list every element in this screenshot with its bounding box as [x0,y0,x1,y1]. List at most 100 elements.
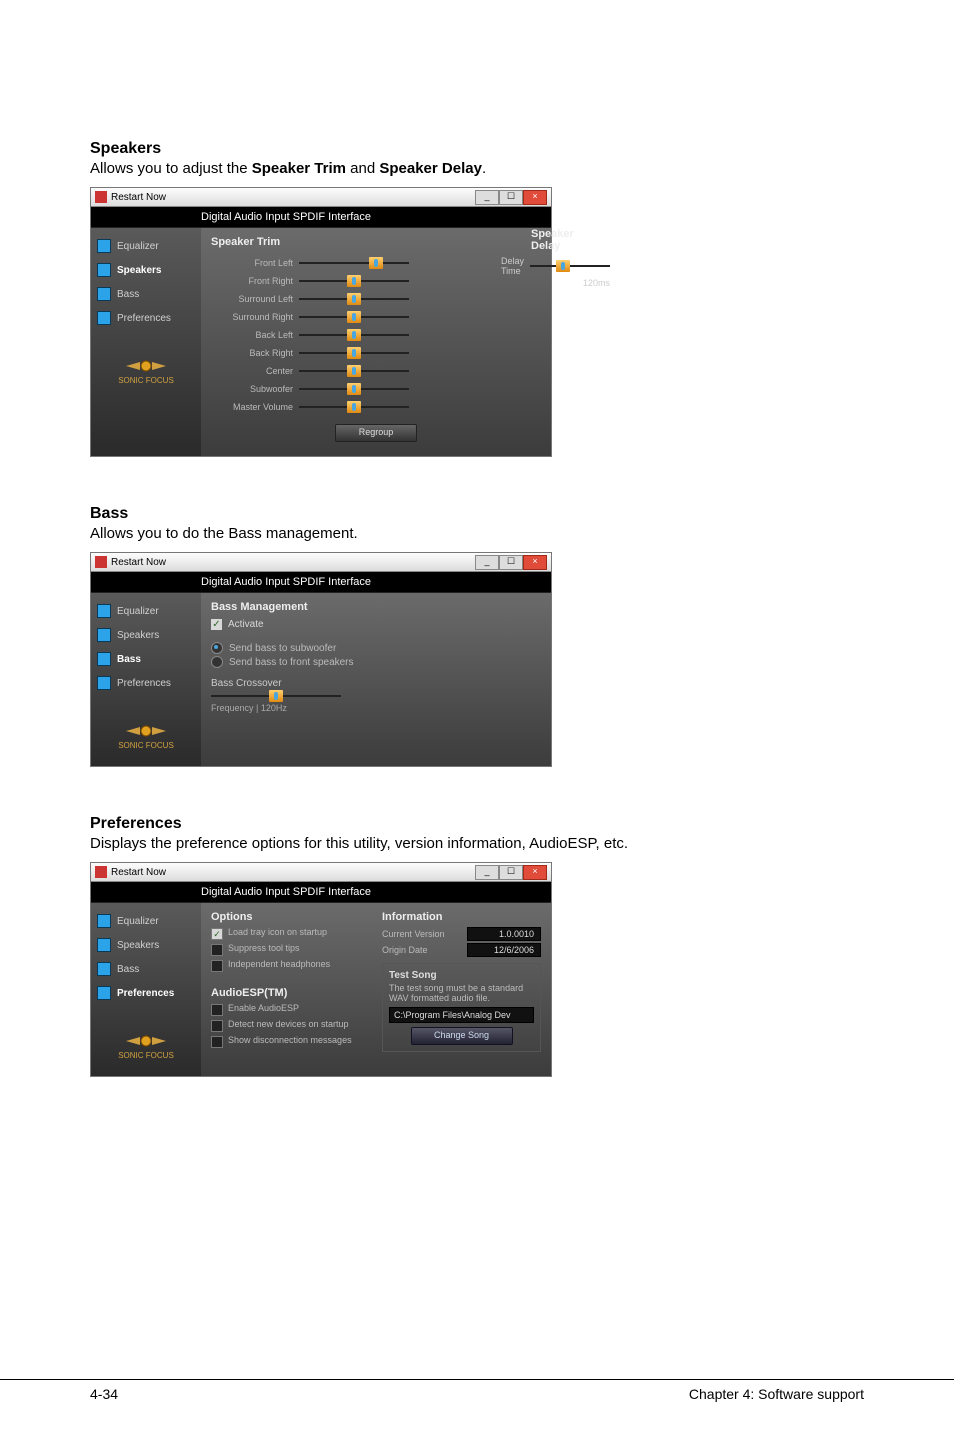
app-icon [95,191,107,203]
banner-text: Digital Audio Input SPDIF Interface [201,211,371,223]
regroup-button[interactable]: Regroup [335,424,417,442]
banner-text: Digital Audio Input SPDIF Interface [201,886,371,898]
trim-label: Surround Left [211,294,299,304]
trim-slider[interactable] [299,276,409,286]
device-banner: Digital Audio Input SPDIF Interface [91,207,551,228]
tab-speakers[interactable]: Speakers [97,260,201,280]
tab-speakers[interactable]: Speakers [97,625,201,645]
radio-label: Send bass to subwoofer [229,643,336,654]
trim-row: Center [211,362,541,380]
checkbox-label: Enable AudioESP [228,1003,299,1013]
maximize-button[interactable]: ☐ [499,555,523,570]
tab-label: Equalizer [117,241,159,252]
opt-indep-checkbox[interactable]: Independent headphones [211,959,370,972]
esp-enable-checkbox[interactable]: Enable AudioESP [211,1003,370,1016]
trim-label: Surround Right [211,312,299,322]
checkbox-label: Show disconnection messages [228,1035,352,1045]
trim-slider[interactable] [299,402,409,412]
trim-slider[interactable] [299,384,409,394]
screenshot-speakers: Restart Now _ ☐ × Digital Audio Input SP… [90,187,552,457]
tab-bass[interactable]: Bass [97,284,201,304]
trim-row: Front Left [211,254,541,272]
options-heading: Options [211,911,370,923]
delay-value: 120ms [501,278,610,288]
brand-logo: SONIC FOCUS [118,358,174,385]
crossover-label: Bass Crossover [211,678,541,689]
titlebar: Restart Now _ ☐ × [91,553,551,572]
tab-equalizer[interactable]: Equalizer [97,601,201,621]
tab-label: Equalizer [117,916,159,927]
activate-checkbox[interactable]: ✓Activate [211,619,541,630]
desc-speakers: Allows you to adjust the Speaker Trim an… [90,160,864,177]
tab-preferences[interactable]: Preferences [97,673,201,693]
close-button[interactable]: × [523,865,547,880]
titlebar: Restart Now _ ☐ × [91,188,551,207]
logo-text: SONIC FOCUS [118,1051,174,1060]
version-row: Current Version1.0.0010 [382,927,541,941]
tab-preferences[interactable]: Preferences [97,308,201,328]
tab-label: Speakers [117,940,159,951]
change-song-button[interactable]: Change Song [411,1027,513,1045]
tab-equalizer[interactable]: Equalizer [97,236,201,256]
trim-slider[interactable] [299,258,409,268]
opt-suppress-checkbox[interactable]: Suppress tool tips [211,943,370,956]
tab-bass[interactable]: Bass [97,959,201,979]
crossover-freq: Frequency | 120Hz [211,703,541,713]
crossover-slider[interactable] [211,691,341,701]
maximize-button[interactable]: ☐ [499,190,523,205]
radio-subwoofer[interactable]: Send bass to subwoofer [211,642,541,654]
trim-row: Master Volume [211,398,541,416]
minimize-button[interactable]: _ [475,865,499,880]
page-footer: 4-34 Chapter 4: Software support [0,1379,954,1402]
trim-slider[interactable] [299,366,409,376]
info-heading: Information [382,911,541,923]
delay-label: Delay Time [501,256,524,276]
info-value: 12/6/2006 [467,943,541,957]
main-panel: Options Load tray icon on startup Suppre… [201,903,551,1076]
trim-row: Back Left [211,326,541,344]
sidebar: Equalizer Speakers Bass Preferences SONI… [91,228,201,456]
tab-label: Bass [117,964,139,975]
window-title: Restart Now [111,867,166,878]
window-title: Restart Now [111,557,166,568]
brand-logo: SONIC FOCUS [118,1033,174,1060]
tab-preferences[interactable]: Preferences [97,983,201,1003]
minimize-button[interactable]: _ [475,190,499,205]
date-row: Origin Date12/6/2006 [382,943,541,957]
close-button[interactable]: × [523,555,547,570]
delay-slider[interactable] [530,261,610,271]
opt-tray-checkbox[interactable]: Load tray icon on startup [211,927,370,940]
main-panel: Speaker Trim Speaker Delay Front Left Fr… [201,228,551,456]
test-note: The test song must be a standard WAV for… [389,983,534,1003]
logo-text: SONIC FOCUS [118,741,174,750]
txt-bold: Speaker Delay [379,160,482,177]
info-key: Current Version [382,929,467,939]
heading-bass: Bass [90,505,864,523]
tab-label: Preferences [117,988,174,999]
radio-front[interactable]: Send bass to front speakers [211,656,541,668]
trim-slider[interactable] [299,330,409,340]
txt-bold: Speaker Trim [252,160,346,177]
test-heading: Test Song [389,970,534,981]
tab-bass[interactable]: Bass [97,649,201,669]
test-song-box: Test Song The test song must be a standa… [382,963,541,1052]
checkbox-label: Suppress tool tips [228,943,300,953]
maximize-button[interactable]: ☐ [499,865,523,880]
section-preferences: Preferences Displays the preference opti… [90,815,864,1077]
trim-label: Back Right [211,348,299,358]
window-controls: _ ☐ × [475,555,547,570]
esp-detect-checkbox[interactable]: Detect new devices on startup [211,1019,370,1032]
trim-slider[interactable] [299,312,409,322]
window-controls: _ ☐ × [475,865,547,880]
tab-equalizer[interactable]: Equalizer [97,911,201,931]
checkbox-label: Load tray icon on startup [228,927,327,937]
screenshot-preferences: Restart Now _ ☐ × Digital Audio Input SP… [90,862,552,1077]
tab-speakers[interactable]: Speakers [97,935,201,955]
esp-show-checkbox[interactable]: Show disconnection messages [211,1035,370,1048]
trim-row: Subwoofer [211,380,541,398]
trim-slider[interactable] [299,294,409,304]
window-controls: _ ☐ × [475,190,547,205]
close-button[interactable]: × [523,190,547,205]
trim-slider[interactable] [299,348,409,358]
minimize-button[interactable]: _ [475,555,499,570]
